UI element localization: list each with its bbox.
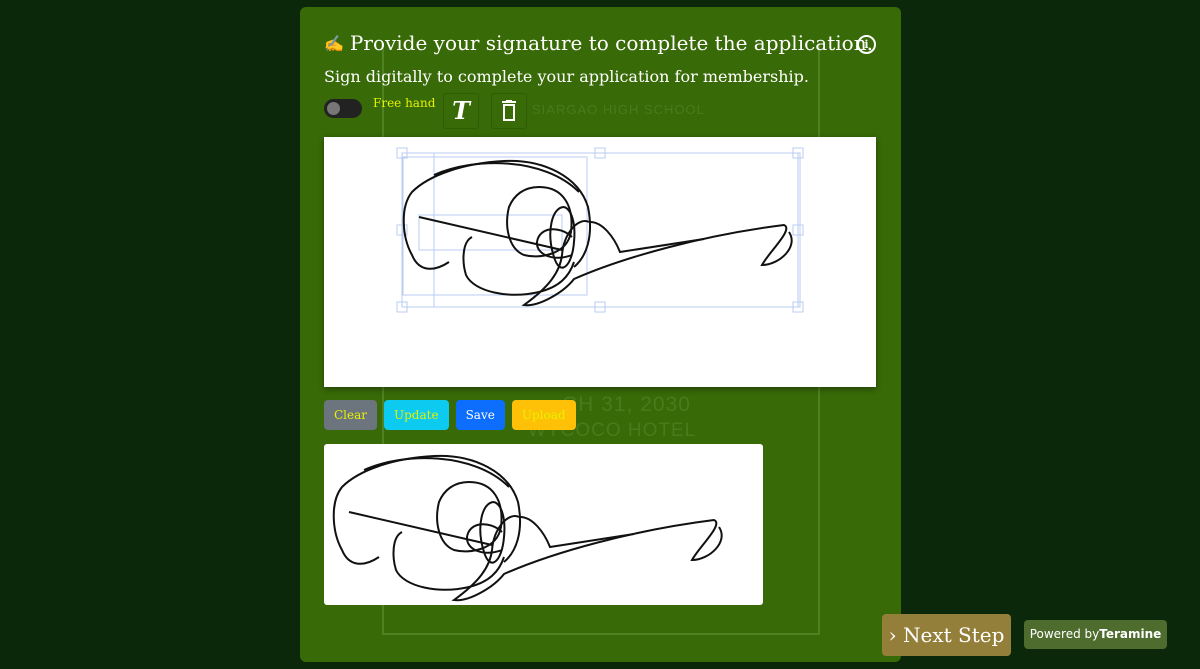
page-title: ✍ Provide your signature to complete the… <box>324 31 873 55</box>
signature-preview <box>324 444 763 605</box>
trash-icon <box>502 100 516 121</box>
update-button[interactable]: Update <box>384 400 449 430</box>
signature-stroke <box>363 457 510 488</box>
signature-drawing <box>396 147 804 313</box>
watermark-date: CH 31, 2030 <box>562 393 691 416</box>
delete-button[interactable] <box>491 93 527 129</box>
brand-name: Teramine <box>1099 627 1162 641</box>
signature-canvas[interactable] <box>324 137 876 387</box>
info-icon[interactable]: i <box>857 35 876 54</box>
signature-stroke <box>518 515 635 549</box>
signature-stroke <box>433 162 580 193</box>
clear-button[interactable]: Clear <box>324 400 378 430</box>
action-buttons: Clear Update Save Upload <box>324 400 576 430</box>
signature-stroke <box>436 480 503 553</box>
signature-stroke <box>451 515 723 602</box>
signature-preview-image <box>332 454 723 602</box>
subtitle: Sign digitally to complete your applicat… <box>324 67 809 86</box>
signature-icon: ✍ <box>324 33 344 53</box>
signature-stroke <box>588 220 705 254</box>
save-button[interactable]: Save <box>455 400 505 430</box>
signature-stroke <box>521 220 793 307</box>
selection-box <box>401 152 799 308</box>
powered-by-text: Powered by <box>1029 627 1100 641</box>
watermark-school: SIARGAO HIGH SCHOOL <box>532 102 705 117</box>
powered-by-badge[interactable]: Powered byTeramine <box>1024 620 1167 649</box>
next-step-label: Next Step <box>902 623 1005 647</box>
title-text: Provide your signature to complete the a… <box>349 31 873 55</box>
signature-card: SIARGAO HIGH SCHOOL CH 31, 2030 WYCOCO H… <box>300 7 901 662</box>
upload-button[interactable]: Upload <box>511 400 576 430</box>
freehand-toggle[interactable] <box>324 99 362 118</box>
chevron-right-icon: › <box>888 623 897 647</box>
freehand-label: Free hand <box>373 96 436 110</box>
next-step-button[interactable]: › Next Step <box>882 614 1011 656</box>
text-mode-button[interactable]: T <box>443 93 479 129</box>
